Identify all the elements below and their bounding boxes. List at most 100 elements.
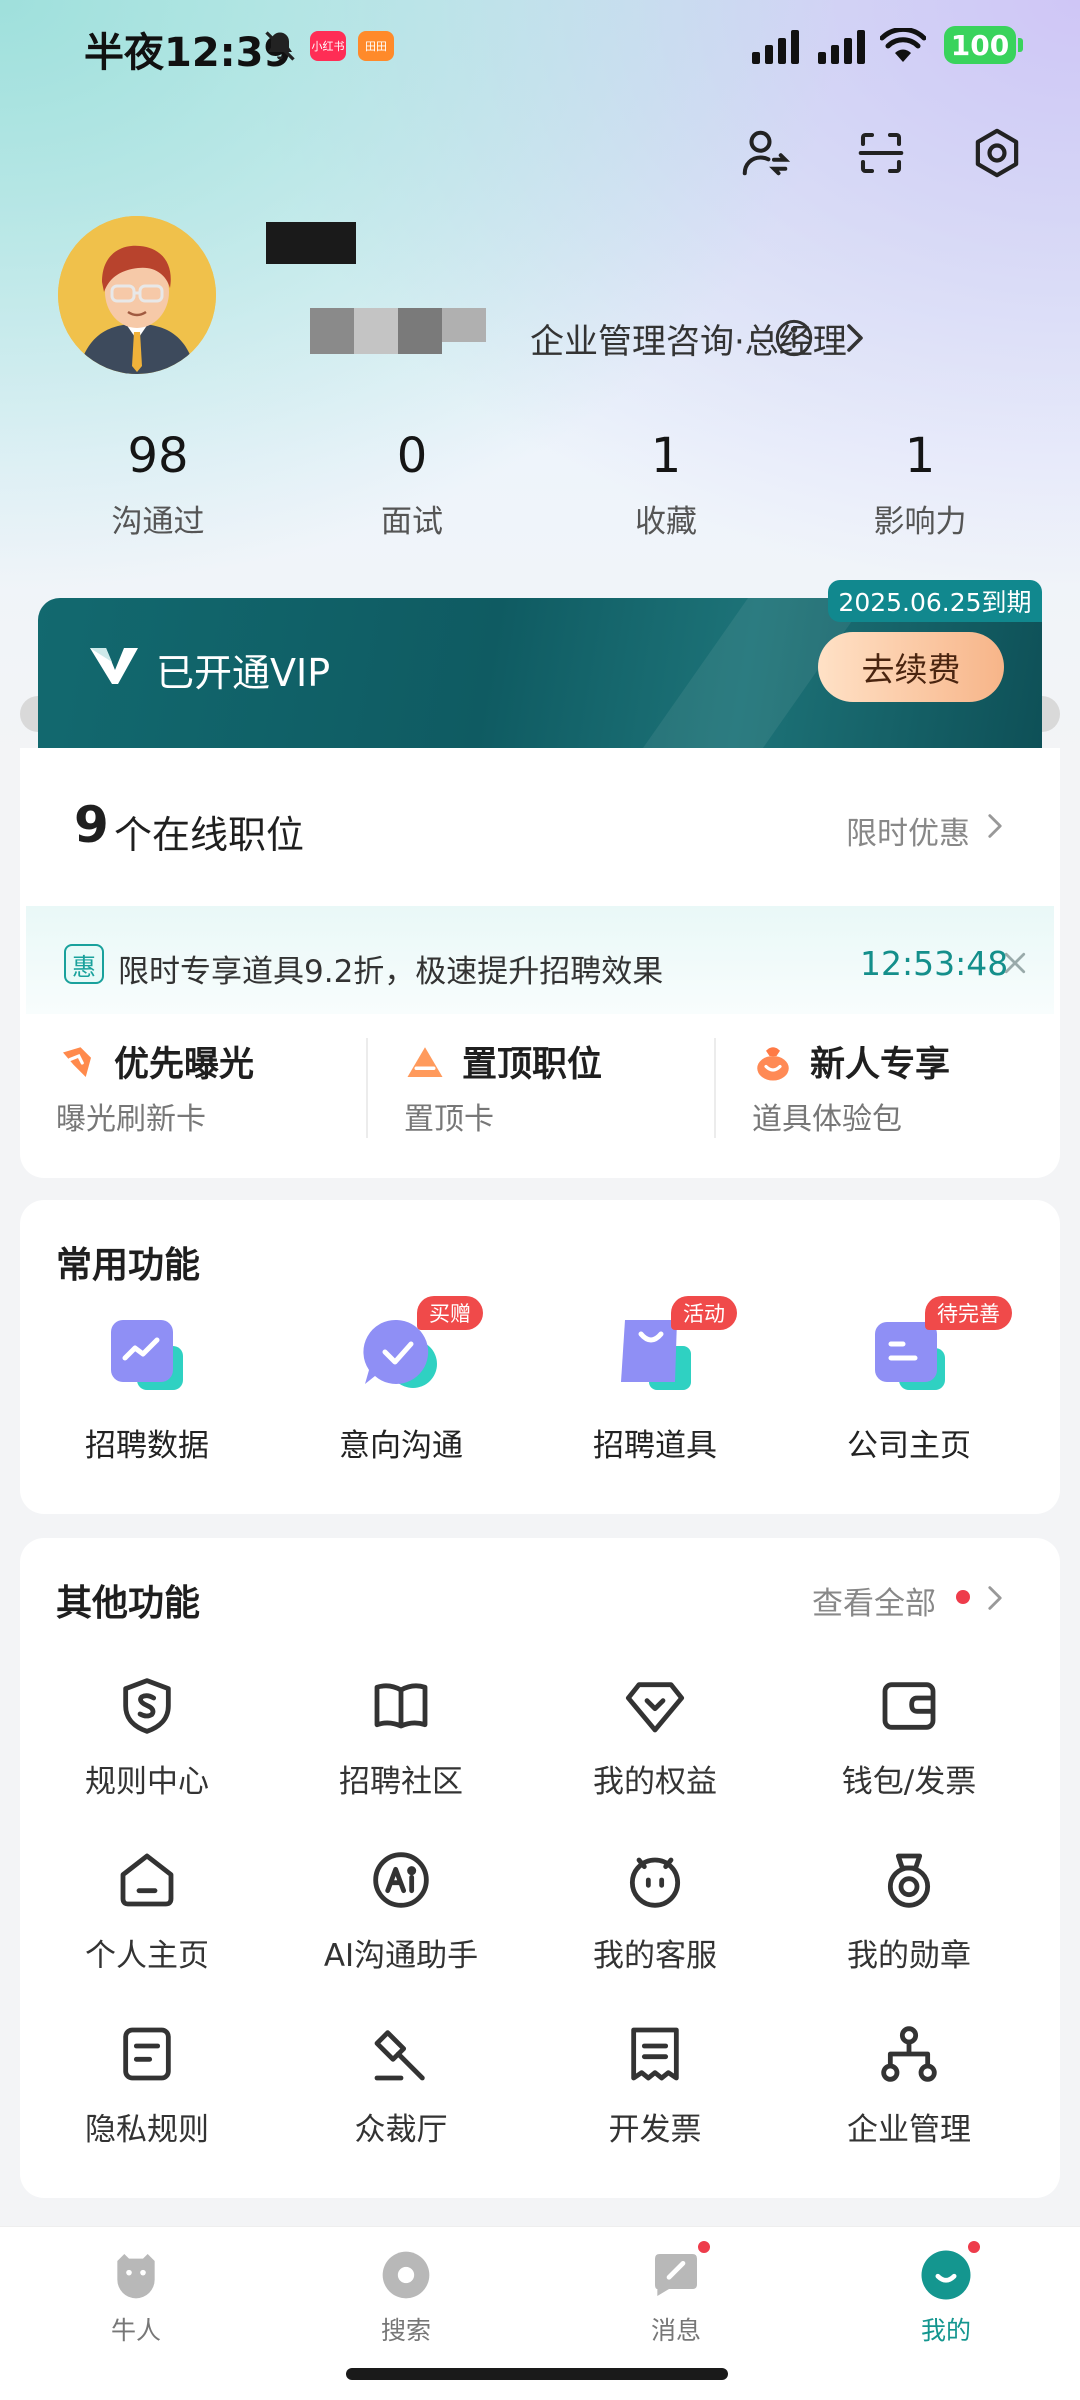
rules-center-item[interactable]: 规则中心 [20, 1674, 274, 1801]
scan-button[interactable] [846, 118, 916, 188]
nav-talent[interactable]: 牛人 [36, 2247, 236, 2347]
home-indicator[interactable] [346, 2368, 728, 2380]
nav-label: 搜索 [380, 2316, 431, 2345]
other-label: 招聘社区 [339, 1764, 463, 1800]
limited-offer-link[interactable]: 限时优惠 [846, 808, 970, 853]
vip-label: 已开通VIP [156, 651, 331, 695]
notification-dot [956, 1590, 970, 1604]
stat-influence[interactable]: 1 影响力 [800, 428, 1040, 541]
redaction-block [442, 308, 486, 342]
recruit-community-item[interactable]: 招聘社区 [274, 1674, 528, 1801]
tool-title: 优先曝光 [114, 1045, 255, 1085]
recruit-data-item[interactable]: 招聘数据 [20, 1312, 274, 1465]
other-label: 企业管理 [847, 2112, 971, 2148]
tool-pin-top[interactable]: 置顶职位 置顶卡 [404, 1036, 744, 1148]
arbitration-hall-item[interactable]: 众裁厅 [274, 2022, 528, 2149]
divider [714, 1038, 716, 1138]
common-label: 招聘道具 [593, 1428, 717, 1464]
battery-indicator: 100 [944, 26, 1016, 64]
company-card-icon: 待完善 [859, 1296, 1012, 1402]
promo-countdown: 12:53:48 [860, 944, 1009, 983]
customer-service-item[interactable]: 我的客服 [528, 1848, 782, 1975]
my-medals-item[interactable]: 我的勋章 [782, 1848, 1036, 1975]
vip-logo-icon [90, 648, 138, 684]
tool-boost[interactable]: 优先曝光 曝光刷新卡 [56, 1036, 396, 1148]
tool-newcomer[interactable]: 新人专享 道具体验包 [752, 1036, 1080, 1148]
gavel-icon [374, 2030, 425, 2081]
section-title: 常用功能 [56, 1245, 201, 1286]
online-jobs-card: 9 个在线职位 限时优惠 惠 限时专享道具9.2折，极速提升招聘效果 12:53… [20, 748, 1060, 1178]
xiaohongshu-icon: 小红书 [310, 31, 346, 61]
divider [366, 1038, 368, 1138]
online-job-count[interactable]: 9 [74, 796, 109, 854]
chevron-right-icon[interactable] [982, 808, 1008, 844]
issue-invoice-item[interactable]: 开发票 [528, 2022, 782, 2149]
other-label: 钱包/发票 [841, 1764, 977, 1800]
vip-renew-button[interactable]: 去续费 [818, 632, 1004, 702]
nav-search[interactable]: 搜索 [306, 2247, 506, 2347]
user-switch-icon [742, 130, 791, 176]
tool-title: 新人专享 [810, 1045, 951, 1085]
org-chart-icon [881, 2026, 937, 2082]
other-label: 开发票 [608, 2112, 702, 2148]
settings-button[interactable] [962, 118, 1032, 188]
my-benefits-item[interactable]: 我的权益 [528, 1674, 782, 1801]
redaction-block [398, 308, 442, 354]
medal-icon [887, 1853, 931, 1908]
cell-signal-icon-2 [818, 30, 865, 64]
common-functions-card: 常用功能 招聘数据 买赠 意向沟通 活动 招聘道具 待完善 公司主页 [20, 1200, 1060, 1514]
chevron-right-icon[interactable] [982, 1580, 1008, 1616]
ai-icon [373, 1852, 429, 1908]
discount-tag-icon: 惠 [64, 944, 104, 984]
home-icon [120, 1853, 174, 1907]
privacy-rules-item[interactable]: 隐私规则 [20, 2022, 274, 2149]
avatar[interactable] [58, 216, 216, 374]
settings-hexagon-icon [975, 128, 1019, 178]
stat-interview[interactable]: 0 面试 [292, 428, 532, 541]
other-label: 规则中心 [85, 1764, 209, 1800]
online-job-label[interactable]: 个在线职位 [114, 804, 304, 859]
tool-title: 置顶职位 [462, 1045, 603, 1085]
stat-label: 沟通过 [111, 504, 205, 540]
stat-contacted[interactable]: 98 沟通过 [38, 428, 278, 541]
info-icon[interactable] [774, 318, 814, 358]
nav-messages[interactable]: 消息 [576, 2239, 776, 2347]
stat-favorites[interactable]: 1 收藏 [546, 428, 786, 541]
shopping-bag-icon: 活动 [605, 1296, 737, 1402]
other-label: 我的客服 [593, 1938, 717, 1974]
nav-profile[interactable]: 我的 [846, 2239, 1046, 2347]
wallet-invoice-item[interactable]: 钱包/发票 [782, 1674, 1036, 1801]
stat-label: 面试 [381, 504, 443, 540]
status-bar: 半夜12:39 小红书 田田 100 [0, 0, 1080, 92]
book-icon [374, 1683, 428, 1729]
switch-identity-button[interactable] [730, 118, 800, 188]
company-page-item[interactable]: 待完善 公司主页 [782, 1296, 1036, 1465]
battery-tip [1018, 38, 1023, 52]
vip-expire-badge: 2025.06.25到期 [828, 580, 1042, 622]
intent-chat-item[interactable]: 买赠 意向沟通 [274, 1296, 528, 1465]
nav-label: 牛人 [110, 2316, 161, 2345]
promo-banner[interactable]: 惠 限时专享道具9.2折，极速提升招聘效果 12:53:48 [26, 906, 1054, 1014]
stat-value: 1 [904, 428, 936, 484]
personal-page-item[interactable]: 个人主页 [20, 1848, 274, 1975]
profile-chevron-right-icon[interactable] [840, 320, 870, 356]
view-all-link[interactable]: 查看全部 [812, 1578, 936, 1623]
activity-badge: 活动 [671, 1296, 737, 1330]
recruit-tools-item[interactable]: 活动 招聘道具 [528, 1296, 782, 1465]
chat-check-icon: 买赠 [351, 1296, 483, 1402]
other-label: 隐私规则 [85, 2112, 209, 2148]
nav-label: 消息 [650, 2316, 701, 2345]
enterprise-management-item[interactable]: 企业管理 [782, 2022, 1036, 2149]
close-icon[interactable] [1000, 948, 1030, 978]
common-label: 意向沟通 [339, 1428, 463, 1464]
stat-value: 98 [127, 428, 189, 484]
mute-bell-icon [265, 31, 295, 61]
other-label: 众裁厅 [354, 2112, 448, 2148]
profile-icon [918, 2239, 982, 2303]
tool-subtitle: 置顶卡 [404, 1102, 494, 1137]
unread-dot [966, 2239, 982, 2255]
other-label: 我的权益 [593, 1764, 717, 1800]
scan-icon [858, 132, 904, 174]
ai-assistant-item[interactable]: AI沟通助手 [274, 1848, 528, 1975]
app-icon: 田田 [358, 31, 394, 61]
